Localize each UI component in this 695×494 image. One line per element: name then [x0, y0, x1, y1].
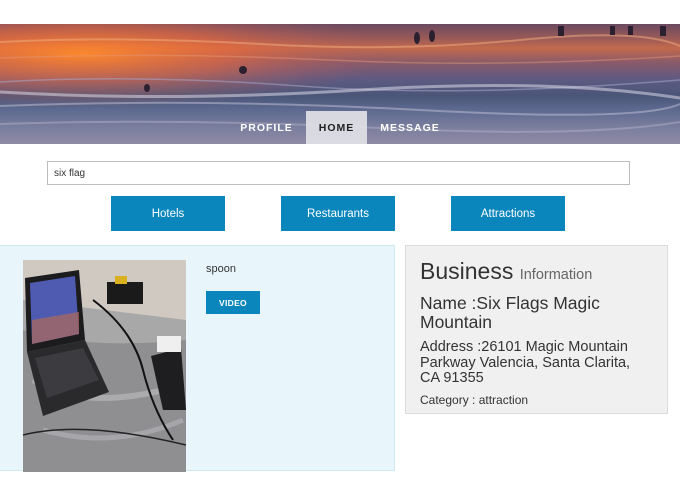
result-card: spoon VIDEO — [0, 245, 395, 472]
attractions-button[interactable]: Attractions — [451, 196, 565, 231]
restaurants-button[interactable]: Restaurants — [281, 196, 395, 231]
search-input[interactable] — [47, 161, 630, 185]
hotels-button[interactable]: Hotels — [111, 196, 225, 231]
business-info-heading: Business Information — [420, 258, 653, 288]
result-thumbnail[interactable] — [23, 260, 186, 472]
business-heading-main: Business — [420, 258, 514, 284]
business-name: Name :Six Flags Magic Mountain — [420, 293, 600, 332]
business-heading-sub: Information — [519, 267, 593, 283]
main-nav: PROFILE HOME MESSAGE — [0, 111, 680, 144]
business-info-panel: Business Information Name :Six Flags Mag… — [405, 245, 668, 414]
hero-banner: PROFILE HOME MESSAGE — [0, 24, 680, 144]
result-title: spoon — [206, 263, 236, 275]
nav-profile[interactable]: PROFILE — [227, 111, 306, 144]
business-category: Category : attraction — [420, 392, 529, 407]
laptop-photo — [23, 260, 186, 472]
nav-message[interactable]: MESSAGE — [367, 111, 453, 144]
business-address: Address :26101 Magic Mountain Parkway Va… — [420, 339, 631, 386]
nav-home[interactable]: HOME — [305, 111, 368, 144]
video-button[interactable]: VIDEO — [206, 291, 260, 314]
